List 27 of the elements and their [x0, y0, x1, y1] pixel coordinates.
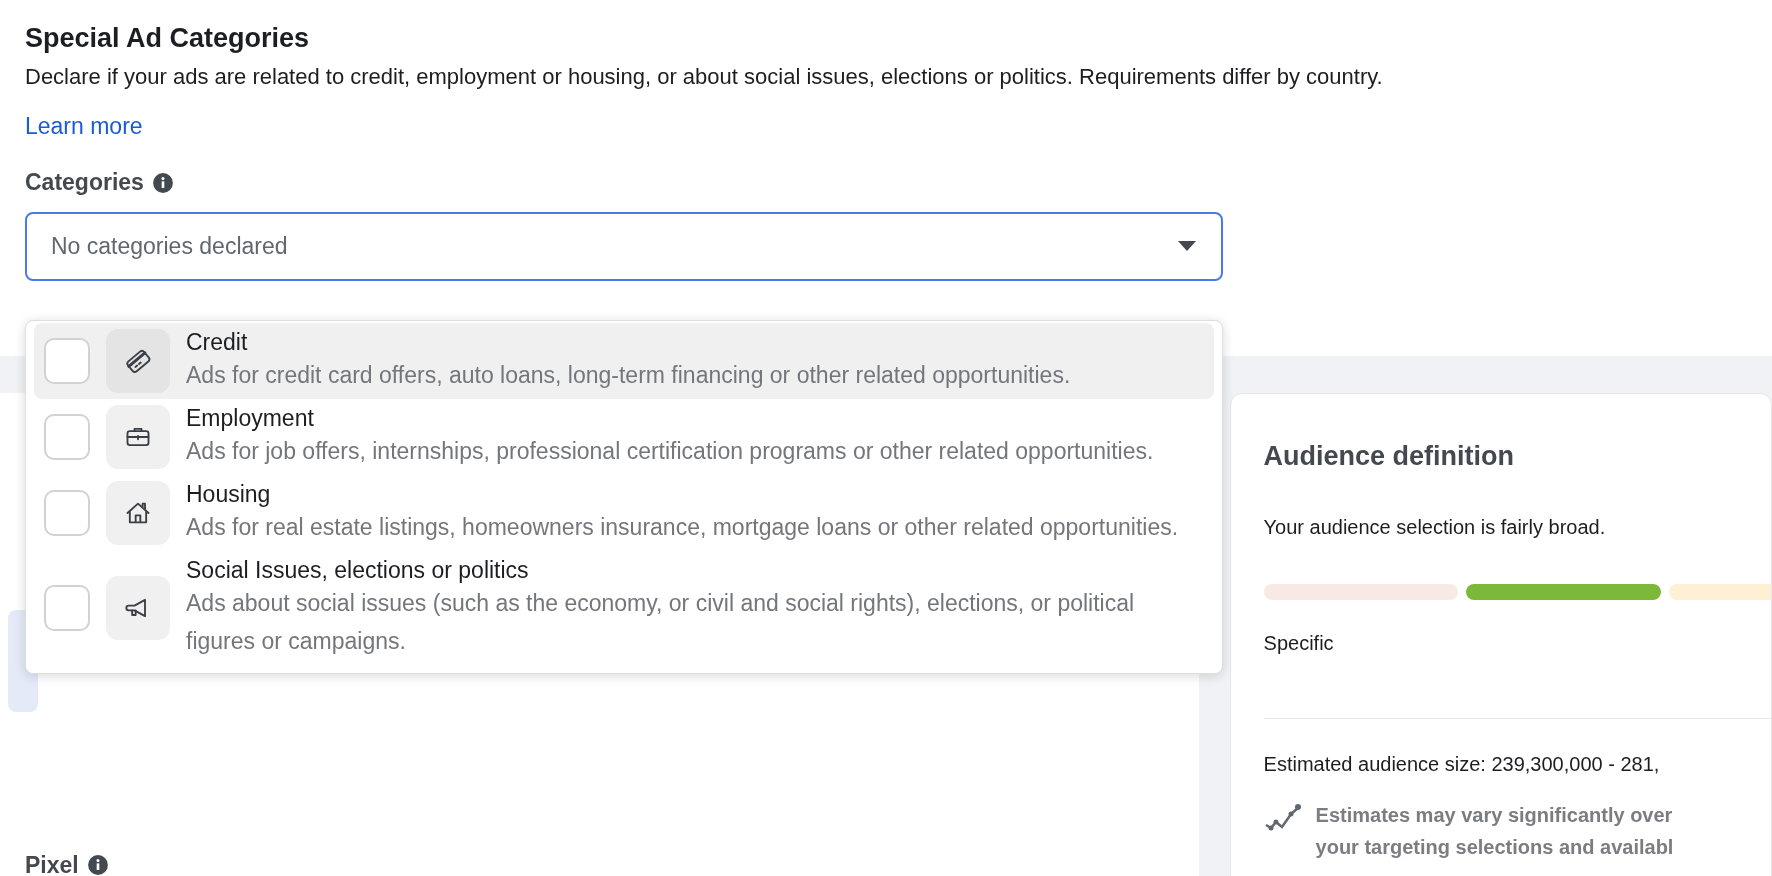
section-description: Declare if your ads are related to credit, employment or housing, or about social issues, elections or politics. Requirements differ by country.	[25, 62, 1384, 91]
pixel-label: Pixel	[25, 851, 79, 876]
category-description: Ads for job offers, internships, professional certification programs or other related opportunities.	[186, 437, 1155, 466]
category-description: Ads for real estate listings, homeowners insurance, mortgage loans or other related opportunities.	[186, 513, 1180, 542]
info-icon	[151, 171, 174, 194]
checkbox[interactable]	[44, 414, 90, 460]
audience-summary: Your audience selection is fairly broad.	[1263, 514, 1607, 540]
caret-icon	[1177, 240, 1197, 253]
audience-title: Audience definition	[1263, 440, 1516, 473]
checkbox[interactable]	[44, 490, 90, 536]
checkbox[interactable]	[44, 585, 90, 631]
meter-label: Specific	[1263, 630, 1335, 656]
category-description: Ads for credit card offers, auto loans, long-term financing or other related opportunities.	[186, 361, 1072, 390]
category-title: Social Issues, elections or politics	[186, 556, 530, 584]
categories-label: Categories	[25, 168, 144, 198]
audience-estimate: Estimated audience size: 239,300,000 - 281,	[1263, 751, 1661, 777]
credit-card-icon	[124, 347, 152, 375]
category-option[interactable]: Credit Ads for credit card offers, auto loans, long-term financing or other related opportunities.	[34, 323, 1214, 399]
estimate-note: Estimates may vary significantly over your targeting selections and availabl	[1315, 802, 1674, 860]
category-title: Housing	[186, 480, 272, 508]
learn-more-link[interactable]: Learn more	[25, 108, 143, 144]
category-title: Credit	[186, 328, 249, 356]
checkbox[interactable]	[44, 338, 90, 384]
categories-select[interactable]: No categories declared	[25, 211, 1223, 281]
category-description: Ads about social issues (such as the economy, or civil and social rights), elections, or political figures or campaigns.	[186, 589, 1136, 656]
category-title: Employment	[186, 404, 315, 432]
section-title: Special Ad Categories	[25, 22, 311, 55]
